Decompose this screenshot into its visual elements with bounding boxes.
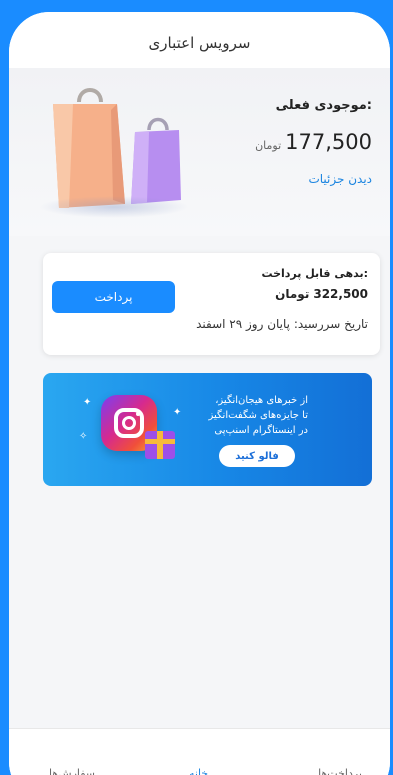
nav-item-payments[interactable]: پرداخت‌ها: [318, 767, 362, 775]
sparkle-icon: ✦: [83, 397, 92, 408]
instagram-banner[interactable]: از خبرهای هیجان‌انگیز، تا جایزه‌های شگفت…: [43, 373, 372, 486]
page-title: سرویس اعتباری: [148, 34, 251, 52]
pay-button[interactable]: پرداخت: [52, 281, 175, 313]
banner-line-3: در اینستاگرام اسنپ‌پی: [214, 425, 308, 436]
bottom-nav: پرداخت‌ها خانه سفارش‌ها: [9, 728, 390, 775]
sparkle-icon: ✧: [79, 431, 88, 442]
banner-line-1: از خبرهای هیجان‌انگیز،: [215, 395, 308, 406]
gift-icon: [145, 431, 175, 459]
balance-unit: تومان: [255, 139, 282, 152]
shopping-bags-illustration: [53, 88, 181, 208]
balance-label: موجودی فعلی:: [275, 98, 372, 113]
bags-shadow: [39, 196, 189, 218]
instagram-flash: [136, 412, 140, 416]
content-area: موجودی فعلی: 177,500 تومان دیدن جزئیات ب…: [9, 68, 390, 728]
view-details-link[interactable]: دیدن جزئیات: [308, 172, 372, 186]
follow-button[interactable]: فالو کنید: [219, 445, 295, 467]
debt-amount: 322,500: [313, 287, 368, 301]
balance-section: موجودی فعلی: 177,500 تومان دیدن جزئیات: [9, 68, 390, 236]
debt-label: بدهی قابل پرداخت:: [261, 267, 368, 280]
phone-screen: سرویس اعتباری موجودی فعلی: 177,500 تومان…: [9, 12, 390, 775]
sparkle-icon: ✦: [173, 407, 182, 418]
gift-ribbon-horizontal: [145, 439, 175, 444]
nav-item-orders[interactable]: سفارش‌ها: [49, 767, 95, 775]
balance-amount: 177,500: [285, 130, 372, 154]
debt-card: بدهی قابل پرداخت: 322,500 تومان تاریخ سر…: [43, 253, 380, 355]
gift-ribbon-vertical: [157, 431, 163, 459]
debt-unit: تومان: [275, 287, 310, 301]
instagram-lens: [122, 416, 136, 430]
nav-item-home[interactable]: خانه: [189, 767, 208, 775]
debt-value: 322,500 تومان: [275, 287, 368, 301]
balance-value: 177,500 تومان: [255, 130, 372, 154]
due-date: تاریخ سررسید: پایان روز ۲۹ اسفند: [196, 317, 368, 331]
top-bar: سرویس اعتباری: [9, 12, 390, 68]
